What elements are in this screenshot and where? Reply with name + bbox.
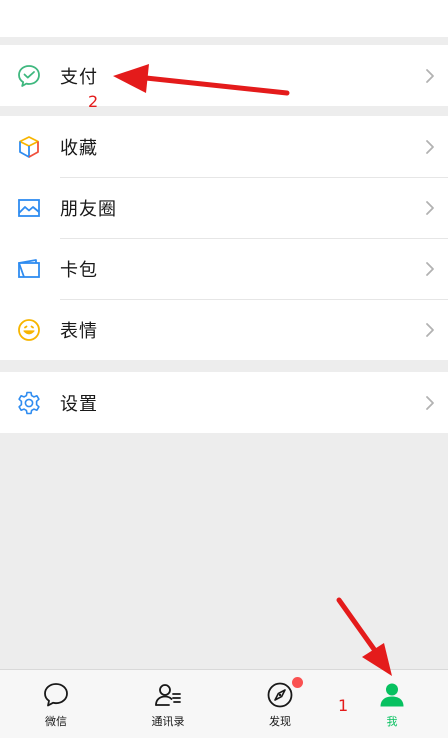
wechat-pay-icon <box>16 63 42 89</box>
tab-contacts[interactable]: 通讯录 <box>112 670 224 738</box>
annotation-step-1: 1 <box>338 696 349 715</box>
menu-item-label: 设置 <box>60 393 98 415</box>
compass-icon <box>267 682 293 708</box>
menu-item-cards[interactable]: 卡包 <box>0 238 448 299</box>
menu-item-label: 表情 <box>60 320 98 342</box>
image-icon <box>16 195 42 221</box>
chat-bubble-icon <box>44 683 68 707</box>
wallet-icon <box>16 256 42 282</box>
chevron-right-icon <box>426 322 434 337</box>
notification-badge <box>292 677 303 688</box>
chevron-right-icon <box>426 261 434 276</box>
menu-item-label: 卡包 <box>60 259 98 281</box>
tab-label: 微信 <box>45 715 67 728</box>
smiley-icon <box>16 317 42 343</box>
menu-item-moments[interactable]: 朋友圈 <box>0 177 448 238</box>
contacts-icon <box>155 684 181 706</box>
chevron-right-icon <box>426 139 434 154</box>
bottom-tab-bar: 微信 通讯录 发现 我 <box>0 669 448 738</box>
menu-item-label: 收藏 <box>60 137 98 159</box>
menu-item-pay[interactable]: 支付 <box>0 45 448 106</box>
tab-label: 我 <box>386 715 398 728</box>
menu-group-main: 收藏 朋友圈 卡包 表情 <box>0 116 448 360</box>
tab-chats[interactable]: 微信 <box>0 670 112 738</box>
profile-header-remnant <box>0 0 448 37</box>
chevron-right-icon <box>426 200 434 215</box>
tab-label: 通讯录 <box>151 715 185 728</box>
tab-label: 发现 <box>269 715 291 728</box>
annotation-step-2: 2 <box>88 92 99 111</box>
chevron-right-icon <box>426 395 434 410</box>
menu-group-settings: 设置 <box>0 372 448 433</box>
menu-item-stickers[interactable]: 表情 <box>0 299 448 360</box>
menu-item-label: 朋友圈 <box>60 198 117 220</box>
annotation-arrow-to-me <box>336 597 392 676</box>
cube-icon <box>16 134 42 160</box>
tab-discover[interactable]: 发现 <box>224 670 336 738</box>
menu-item-favorites[interactable]: 收藏 <box>0 116 448 177</box>
chevron-right-icon <box>426 68 434 83</box>
annotation-overlay <box>113 64 392 676</box>
menu-item-label: 支付 <box>60 66 98 88</box>
gear-icon <box>16 390 42 416</box>
menu-item-settings[interactable]: 设置 <box>0 372 448 433</box>
person-icon <box>380 683 404 707</box>
tab-me[interactable]: 我 <box>336 670 448 738</box>
menu-group-pay: 支付 <box>0 45 448 106</box>
